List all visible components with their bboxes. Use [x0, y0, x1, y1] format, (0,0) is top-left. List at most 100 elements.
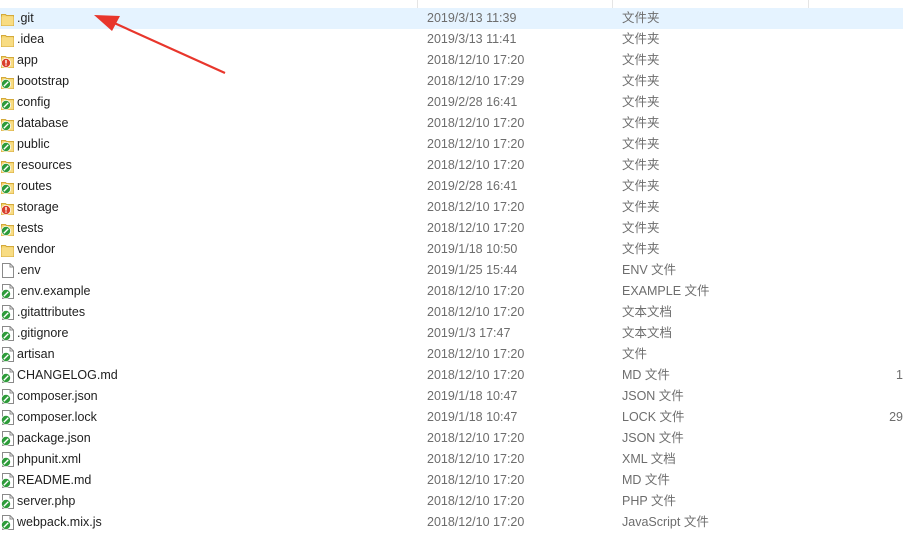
file-modified-date: 2018/12/10 17:20	[427, 284, 525, 298]
file-type: JSON 文件	[622, 431, 684, 445]
file-name: routes	[17, 179, 52, 193]
file-row[interactable]: .env.example 2018/12/10 17:20 EXAMPLE 文件	[0, 281, 903, 302]
file-type: EXAMPLE 文件	[622, 284, 710, 298]
file-row[interactable]: database 2018/12/10 17:20 文件夹	[0, 113, 903, 134]
file-row[interactable]: CHANGELOG.md 2018/12/10 17:20 MD 文件 1	[0, 365, 903, 386]
file-type: 文件夹	[622, 11, 660, 25]
file-modified-date: 2018/12/10 17:20	[427, 347, 525, 361]
file-name: public	[17, 137, 50, 151]
file-row[interactable]: bootstrap 2018/12/10 17:29 文件夹	[0, 71, 903, 92]
file-modified-date: 2019/1/25 15:44	[427, 263, 518, 277]
file-name: phpunit.xml	[17, 452, 81, 466]
file-name: .env.example	[17, 284, 91, 298]
folder-synced-icon	[1, 221, 14, 236]
file-row[interactable]: public 2018/12/10 17:20 文件夹	[0, 134, 903, 155]
file-explorer: .git 2019/3/13 11:39 文件夹 .idea 2019/3/13 11…	[0, 0, 903, 551]
file-row[interactable]: .git 2019/3/13 11:39 文件夹	[0, 8, 903, 29]
file-name: tests	[17, 221, 44, 235]
file-name: .env	[17, 263, 41, 277]
file-name: .git	[17, 11, 34, 25]
file-name: webpack.mix.js	[17, 515, 102, 529]
file-row[interactable]: .env 2019/1/25 15:44 ENV 文件	[0, 260, 903, 281]
file-name: artisan	[17, 347, 55, 361]
file-row[interactable]: composer.json 2019/1/18 10:47 JSON 文件	[0, 386, 903, 407]
file-synced-icon	[1, 305, 14, 320]
file-modified-date: 2018/12/10 17:20	[427, 515, 525, 529]
file-row[interactable]: webpack.mix.js 2018/12/10 17:20 JavaScript…	[0, 512, 903, 533]
file-name: .gitattributes	[17, 305, 86, 319]
file-synced-icon	[1, 284, 14, 299]
file-row[interactable]: package.json 2018/12/10 17:20 JSON 文件	[0, 428, 903, 449]
file-modified-date: 2018/12/10 17:20	[427, 431, 525, 445]
file-type: PHP 文件	[622, 494, 676, 508]
file-type: 文件夹	[622, 179, 660, 193]
file-type: 文件夹	[622, 53, 660, 67]
file-modified-date: 2019/3/13 11:39	[427, 11, 517, 25]
file-type: 文件夹	[622, 221, 660, 235]
file-row[interactable]: resources 2018/12/10 17:20 文件夹	[0, 155, 903, 176]
file-type: 文本文档	[622, 326, 673, 340]
file-type: 文件夹	[622, 242, 660, 256]
file-icon	[1, 263, 14, 278]
file-row[interactable]: tests 2018/12/10 17:20 文件夹	[0, 218, 903, 239]
folder-synced-icon	[1, 95, 14, 110]
file-row[interactable]: app 2018/12/10 17:20 文件夹	[0, 50, 903, 71]
file-row[interactable]: .gitignore 2019/1/3 17:47 文本文档	[0, 323, 903, 344]
file-name: composer.json	[17, 389, 98, 403]
file-type: MD 文件	[622, 368, 670, 382]
file-type: ENV 文件	[622, 263, 677, 277]
file-row[interactable]: artisan 2018/12/10 17:20 文件	[0, 344, 903, 365]
file-modified-date: 2019/2/28 16:41	[427, 95, 518, 109]
file-modified-date: 2019/1/18 10:47	[427, 410, 518, 424]
file-modified-date: 2019/2/28 16:41	[427, 179, 518, 193]
file-modified-date: 2018/12/10 17:20	[427, 305, 525, 319]
file-row[interactable]: server.php 2018/12/10 17:20 PHP 文件	[0, 491, 903, 512]
file-modified-date: 2018/12/10 17:20	[427, 116, 525, 130]
file-name: .gitignore	[17, 326, 69, 340]
file-type: 文件夹	[622, 116, 660, 130]
file-row[interactable]: storage 2018/12/10 17:20 文件夹	[0, 197, 903, 218]
file-type: LOCK 文件	[622, 410, 685, 424]
file-synced-icon	[1, 431, 14, 446]
file-synced-icon	[1, 473, 14, 488]
file-row[interactable]: composer.lock 2019/1/18 10:47 LOCK 文件 29	[0, 407, 903, 428]
file-type: 文件夹	[622, 74, 660, 88]
file-modified-date: 2019/3/13 11:41	[427, 32, 517, 46]
file-type: 文件夹	[622, 137, 660, 151]
folder-conflict-icon	[1, 53, 14, 68]
file-type: 文件夹	[622, 95, 660, 109]
file-synced-icon	[1, 452, 14, 467]
file-name: server.php	[17, 494, 76, 508]
file-modified-date: 2018/12/10 17:20	[427, 452, 525, 466]
file-list: .git 2019/3/13 11:39 文件夹 .idea 2019/3/13 11…	[0, 8, 903, 533]
file-synced-icon	[1, 389, 14, 404]
file-type: 文件夹	[622, 32, 660, 46]
file-modified-date: 2018/12/10 17:20	[427, 221, 525, 235]
folder-icon	[1, 32, 14, 47]
file-type: XML 文档	[622, 452, 676, 466]
file-modified-date: 2019/1/3 17:47	[427, 326, 511, 340]
file-synced-icon	[1, 326, 14, 341]
file-row[interactable]: config 2019/2/28 16:41 文件夹	[0, 92, 903, 113]
file-size: 1	[896, 368, 903, 382]
file-size: 29	[889, 410, 903, 424]
file-row[interactable]: README.md 2018/12/10 17:20 MD 文件	[0, 470, 903, 491]
folder-synced-icon	[1, 116, 14, 131]
file-modified-date: 2018/12/10 17:20	[427, 473, 525, 487]
folder-conflict-icon	[1, 200, 14, 215]
file-row[interactable]: vendor 2019/1/18 10:50 文件夹	[0, 239, 903, 260]
file-name: vendor	[17, 242, 56, 256]
file-row[interactable]: .gitattributes 2018/12/10 17:20 文本文档	[0, 302, 903, 323]
file-modified-date: 2019/1/18 10:47	[427, 389, 518, 403]
file-modified-date: 2018/12/10 17:20	[427, 494, 525, 508]
file-row[interactable]: routes 2019/2/28 16:41 文件夹	[0, 176, 903, 197]
file-row[interactable]: .idea 2019/3/13 11:41 文件夹	[0, 29, 903, 50]
file-name: package.json	[17, 431, 91, 445]
file-modified-date: 2018/12/10 17:20	[427, 53, 525, 67]
folder-icon	[1, 242, 14, 257]
file-name: composer.lock	[17, 410, 97, 424]
folder-synced-icon	[1, 179, 14, 194]
file-type: 文本文档	[622, 305, 673, 319]
file-row[interactable]: phpunit.xml 2018/12/10 17:20 XML 文档	[0, 449, 903, 470]
file-name: README.md	[17, 473, 92, 487]
